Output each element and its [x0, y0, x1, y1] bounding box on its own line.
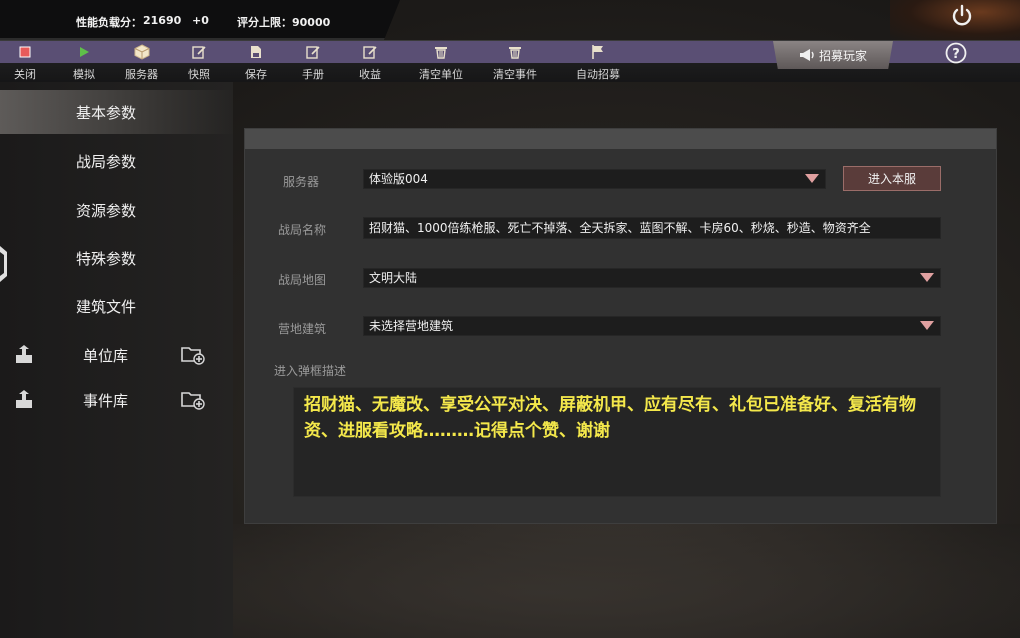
play-icon	[75, 43, 93, 61]
power-icon[interactable]	[950, 4, 974, 28]
match-name-value: 招财猫、1000倍练枪服、死亡不掉落、全天拆家、蓝图不解、卡房60、秒烧、秒造、…	[369, 221, 871, 235]
simulate-button[interactable]: 模拟	[73, 43, 95, 82]
edit-icon	[304, 43, 322, 61]
revenue-button[interactable]: 收益	[359, 43, 381, 82]
edit-icon	[190, 43, 208, 61]
cube-icon	[133, 43, 151, 61]
sidebar-item-label: 战局参数	[76, 152, 137, 171]
add-folder-icon[interactable]	[181, 345, 205, 365]
sidebar-item-label: 建筑文件	[76, 297, 137, 316]
sidebar-item-label: 单位库	[83, 346, 129, 365]
basic-params-panel: 服务器 体验版004 进入本服 战局名称 招财猫、1000倍练枪服、死亡不掉落、…	[244, 128, 997, 524]
trash-icon	[432, 43, 450, 61]
server-field-label: 服务器	[283, 175, 320, 189]
simulate-label: 模拟	[73, 68, 95, 81]
server-select[interactable]: 体验版004	[363, 169, 826, 189]
close-label: 关闭	[14, 68, 36, 81]
server-select-value: 体验版004	[369, 172, 428, 186]
recruit-players-button[interactable]: 招募玩家	[773, 41, 893, 69]
clear-units-label: 清空单位	[419, 68, 463, 81]
snapshot-label: 快照	[188, 68, 210, 81]
popup-desc-textarea[interactable]: 招财猫、无魔改、享受公平对决、屏蔽机甲、应有尽有、礼包已准备好、复活有物资、进服…	[293, 387, 941, 497]
add-folder-icon[interactable]	[181, 390, 205, 410]
auto-recruit-label: 自动招募	[576, 68, 620, 81]
popup-desc-value: 招财猫、无魔改、享受公平对决、屏蔽机甲、应有尽有、礼包已准备好、复活有物资、进服…	[304, 395, 916, 441]
score-limit: 评分上限：90000	[237, 16, 331, 29]
trash-icon	[506, 43, 524, 61]
sidebar-item-basic-params[interactable]: 基本参数	[0, 90, 233, 134]
match-name-input[interactable]: 招财猫、1000倍练枪服、死亡不掉落、全天拆家、蓝图不解、卡房60、秒烧、秒造、…	[363, 217, 941, 239]
sidebar: 基本参数 战局参数 资源参数 特殊参数 建筑文件 单位库 事件库	[0, 82, 233, 638]
popup-desc-label: 进入弹框描述	[274, 364, 347, 378]
chevron-down-icon	[920, 273, 934, 282]
export-icon[interactable]	[14, 345, 34, 365]
sidebar-item-label: 特殊参数	[76, 249, 137, 268]
sidebar-item-label: 资源参数	[76, 201, 137, 220]
flag-icon	[589, 43, 607, 61]
close-button[interactable]: 关闭	[14, 43, 36, 82]
sidebar-item-label: 基本参数	[76, 103, 137, 122]
manual-label: 手册	[302, 68, 324, 81]
panel-header	[245, 129, 996, 149]
camp-select-value: 未选择营地建筑	[369, 319, 454, 333]
stats-bar: 性能负载分： 21690 +0 评分上限：90000	[0, 0, 400, 40]
snapshot-button[interactable]: 快照	[188, 43, 210, 82]
recruit-label: 招募玩家	[818, 48, 867, 63]
save-icon	[247, 43, 265, 61]
edit-icon	[361, 43, 379, 61]
help-icon[interactable]: ?	[945, 42, 967, 64]
save-label: 保存	[245, 68, 267, 81]
chevron-down-icon	[805, 174, 819, 183]
enter-server-button[interactable]: 进入本服	[843, 166, 941, 191]
perf-value: 21690	[143, 14, 182, 27]
clear-events-button[interactable]: 清空事件	[493, 43, 537, 82]
sidebar-item-event-library[interactable]: 事件库	[0, 378, 233, 422]
chevron-down-icon	[920, 321, 934, 330]
sidebar-item-match-params[interactable]: 战局参数	[0, 139, 233, 183]
enter-server-label: 进入本服	[867, 172, 916, 186]
svg-text:?: ?	[952, 47, 960, 62]
megaphone-icon	[799, 49, 814, 61]
map-select-value: 文明大陆	[369, 271, 418, 285]
server-label: 服务器	[125, 68, 158, 81]
clear-units-button[interactable]: 清空单位	[419, 43, 463, 82]
sidebar-item-building-files[interactable]: 建筑文件	[0, 284, 233, 328]
auto-recruit-button[interactable]: 自动招募	[576, 43, 620, 82]
sidebar-item-unit-library[interactable]: 单位库	[0, 333, 233, 377]
perf-delta: +0	[192, 14, 209, 27]
manual-button[interactable]: 手册	[302, 43, 324, 82]
camp-building-select[interactable]: 未选择营地建筑	[363, 316, 941, 336]
sidebar-item-resource-params[interactable]: 资源参数	[0, 188, 233, 232]
sidebar-item-label: 事件库	[83, 391, 129, 410]
export-icon[interactable]	[14, 390, 34, 410]
save-button[interactable]: 保存	[245, 43, 267, 82]
camp-field-label: 营地建筑	[278, 322, 327, 336]
sidebar-item-special-params[interactable]: 特殊参数	[0, 236, 233, 280]
clear-events-label: 清空事件	[493, 68, 537, 81]
stop-icon	[16, 43, 34, 61]
perf-label: 性能负载分：	[76, 16, 142, 29]
revenue-label: 收益	[359, 68, 381, 81]
background-scene	[233, 524, 1020, 638]
map-field-label: 战局地图	[278, 273, 327, 287]
match-name-label: 战局名称	[278, 223, 327, 237]
server-button[interactable]: 服务器	[125, 43, 158, 82]
map-select[interactable]: 文明大陆	[363, 268, 941, 288]
shield-edge-icon	[0, 246, 7, 282]
